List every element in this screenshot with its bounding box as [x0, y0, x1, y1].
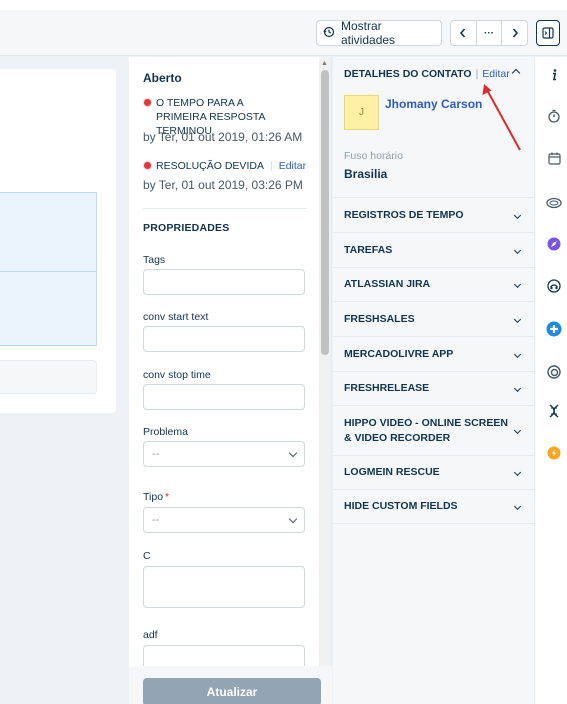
section-label: LogMeIn Rescue	[344, 466, 440, 478]
chevron-down-icon	[513, 211, 522, 219]
tipo-label: Tipo *	[143, 491, 169, 503]
previous-ticket-button[interactable]	[451, 21, 477, 45]
scroll-up-icon[interactable]: ▲	[321, 60, 328, 67]
scrollbar-thumb[interactable]	[321, 70, 329, 355]
section-label: MercadoLivre App	[344, 347, 454, 360]
section-label: Freshsales	[344, 312, 415, 325]
conv-start-label: conv start text	[143, 311, 209, 323]
problema-label: Problema	[143, 426, 188, 438]
chevron-down-icon	[513, 384, 522, 393]
conv-start-input[interactable]	[143, 326, 305, 352]
bolt-icon[interactable]	[546, 445, 562, 461]
select-value: --	[152, 514, 160, 526]
section-tasks[interactable]: Tarefas	[333, 232, 534, 267]
chevron-down-icon	[513, 502, 522, 511]
chevron-down-icon	[288, 448, 298, 457]
ellipsis-icon: ···	[484, 27, 494, 39]
ticket-status: Aberto	[143, 71, 182, 85]
section-freshrelease[interactable]: Freshrelease	[333, 371, 534, 405]
tags-label: Tags	[143, 254, 166, 266]
chevron-right-icon	[512, 28, 518, 38]
chevron-down-icon	[513, 280, 522, 289]
chevron-down-icon	[513, 246, 522, 254]
avatar: J	[344, 95, 379, 130]
top-gap	[0, 0, 567, 10]
section-logmein-rescue[interactable]: LogMeIn Rescue	[333, 455, 534, 489]
required-mark: *	[165, 491, 170, 503]
section-label: Tarefas	[344, 243, 393, 256]
chevron-down-icon	[288, 514, 298, 523]
divider	[143, 208, 307, 209]
separator: |	[475, 68, 479, 80]
headset-icon[interactable]	[546, 278, 562, 294]
sla-due-date: by Ter, 01 out 2019, 01:26 AM	[143, 130, 303, 144]
chevron-down-icon	[513, 315, 522, 323]
resolution-sla: Resolução devida | Editar	[143, 159, 313, 173]
overdue-dot-icon	[143, 161, 152, 170]
contact-details-title: Detalhes do contato	[344, 68, 472, 80]
tags-input[interactable]	[143, 269, 305, 295]
chevron-left-icon	[460, 28, 466, 38]
section-label: Atlassian Jira	[344, 278, 431, 290]
chevron-down-icon	[513, 350, 522, 358]
tipo-label-text: Tipo	[143, 491, 164, 503]
section-time-entries[interactable]: Registros de tempo	[333, 197, 534, 232]
separator: |	[269, 160, 273, 172]
c-label: C	[143, 550, 151, 562]
properties-title: PROPRIEDADES	[143, 222, 230, 234]
section-label: Registros de tempo	[344, 208, 464, 221]
annotation-arrow-icon	[482, 84, 521, 151]
section-label: Freshrelease	[344, 382, 430, 394]
timezone-label: Fuso horário	[344, 150, 403, 162]
problema-select[interactable]: --	[143, 441, 305, 467]
c-textarea[interactable]	[143, 566, 305, 608]
section-hippo-video[interactable]: Hippo Video - Online Screen & Video Reco…	[333, 405, 534, 455]
sla-due-date: by Ter, 01 out 2019, 03:26 PM	[143, 178, 303, 192]
section-mercadolivre[interactable]: MercadoLivre App	[333, 336, 534, 371]
info-icon[interactable]	[546, 67, 562, 83]
tipo-select[interactable]: --	[143, 507, 305, 533]
section-label: Hide Custom Fields	[344, 500, 458, 512]
show-activities-label: Mostrar atividades	[341, 19, 396, 47]
more-options-button[interactable]: ···	[477, 21, 503, 45]
section-atlassian-jira[interactable]: Atlassian Jira	[333, 267, 534, 301]
conv-stop-label: conv stop time	[143, 369, 211, 381]
edit-contact-link[interactable]: Editar	[482, 68, 509, 80]
sla-label: Resolução devida	[156, 160, 264, 172]
chevron-down-icon	[513, 426, 522, 435]
section-freshsales[interactable]: Freshsales	[333, 301, 534, 336]
section-label: Hippo Video - Online Screen & Video Reco…	[344, 416, 508, 444]
contact-name-link[interactable]: Jhomany Carson	[385, 97, 482, 111]
reply-box[interactable]	[0, 360, 97, 394]
eye-icon[interactable]	[546, 195, 562, 211]
adf-input[interactable]	[143, 645, 305, 667]
sidebar-toggle-icon	[542, 27, 554, 39]
spiral-icon[interactable]	[546, 364, 562, 380]
conversation-note	[0, 272, 97, 346]
select-value: --	[152, 448, 160, 460]
section-hide-custom-fields[interactable]: Hide Custom Fields	[333, 489, 534, 524]
contact-details-header: Detalhes do contato | Editar	[344, 68, 510, 80]
conv-stop-input[interactable]	[143, 384, 305, 410]
adf-label: adf	[143, 629, 158, 641]
calendar-icon[interactable]	[546, 150, 562, 166]
overdue-dot-icon	[143, 98, 152, 107]
edit-resolution-link[interactable]: Editar	[279, 159, 306, 173]
update-button[interactable]: Atualizar	[143, 678, 321, 704]
toggle-sidebar-button[interactable]	[536, 20, 560, 46]
conversation-note	[0, 192, 97, 272]
history-icon	[323, 26, 335, 41]
ticket-navigation: ···	[450, 20, 528, 46]
rocket-icon[interactable]	[546, 236, 562, 252]
plus-circle-icon[interactable]	[546, 321, 562, 337]
next-ticket-button[interactable]	[502, 21, 527, 45]
timezone-value: Brasilia	[344, 167, 388, 181]
chevron-down-icon	[513, 468, 522, 477]
show-activities-button[interactable]: Mostrar atividades	[316, 19, 442, 47]
dna-icon[interactable]	[546, 403, 562, 419]
timer-icon[interactable]	[546, 108, 562, 124]
